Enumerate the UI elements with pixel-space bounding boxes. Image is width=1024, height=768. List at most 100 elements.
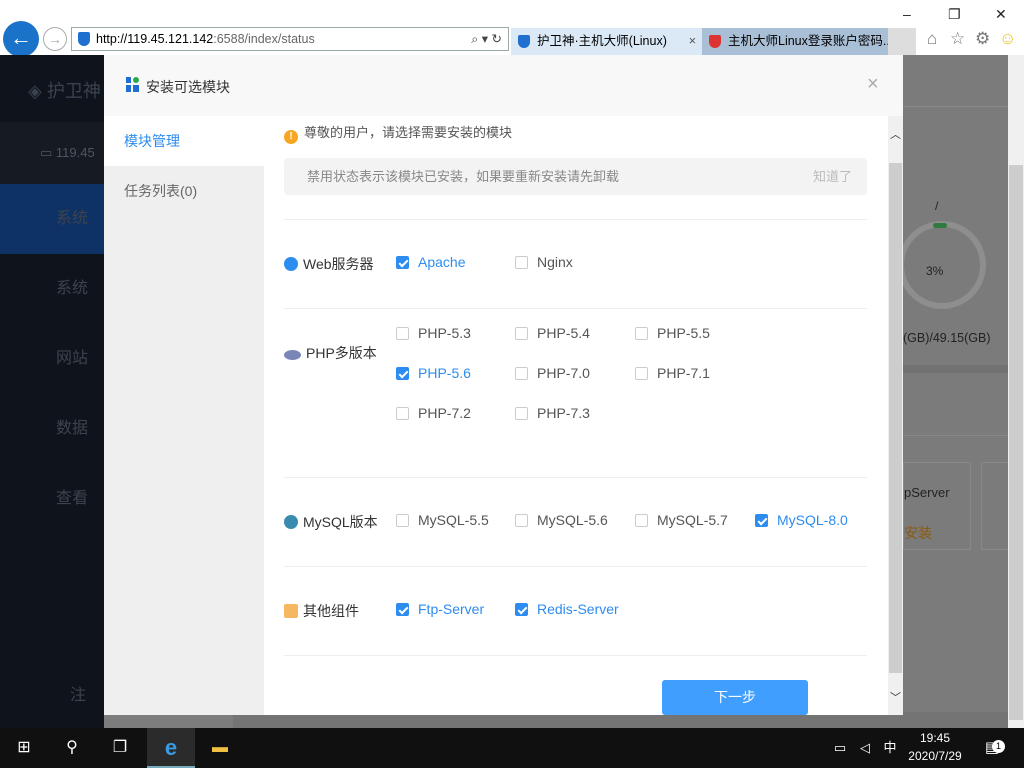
module-checkbox[interactable]: PHP-5.4 [515, 325, 590, 341]
checkbox-unchecked[interactable] [515, 367, 528, 380]
modal-nav: 模块管理 任务列表(0) [104, 116, 264, 715]
nav-item[interactable]: 网站 [0, 324, 104, 394]
checkbox-unchecked[interactable] [635, 367, 648, 380]
minimize-button[interactable]: – [903, 6, 911, 22]
disk-size: (GB)/49.15(GB) [903, 331, 991, 345]
mysql-icon [284, 515, 298, 529]
brand-name: 护卫神 [46, 81, 101, 101]
checkbox-unchecked[interactable] [635, 327, 648, 340]
tab-label: 主机大师Linux登录账户密码... [728, 34, 888, 48]
checkbox-unchecked[interactable] [635, 514, 648, 527]
checkbox-unchecked[interactable] [515, 514, 528, 527]
module-name: MySQL-5.7 [657, 512, 728, 528]
search-refresh-icons[interactable]: ⌕ ▾ ↻ [471, 28, 502, 50]
dismiss-notice-button[interactable]: 知道了 [813, 158, 852, 195]
module-checkbox[interactable]: Nginx [515, 254, 573, 270]
address-bar[interactable]: http://119.45.121.142:6588/index/status ⌕… [71, 27, 509, 51]
smiley-icon[interactable]: ☺ [999, 29, 1016, 49]
module-checkbox[interactable]: PHP-7.1 [635, 365, 710, 381]
module-card[interactable]: pServer 安装 [903, 462, 971, 550]
ime-indicator[interactable]: 中 [880, 728, 900, 768]
php-icon [284, 350, 301, 360]
install-modules-modal: 安装可选模块 × 模块管理 任务列表(0) ! 尊敬的用户，请选择需要安装的模块 … [104, 55, 903, 715]
disk-percent: 3% [926, 264, 944, 278]
checkbox-checked[interactable] [396, 256, 409, 269]
modal-header: 安装可选模块 × [104, 55, 903, 116]
home-icon[interactable]: ⌂ [927, 29, 937, 49]
clock-date[interactable]: 2020/7/29 [898, 749, 972, 763]
file-explorer-icon[interactable]: ▬ [196, 728, 244, 768]
page-scrollbar[interactable] [1008, 55, 1024, 728]
module-checkbox[interactable]: Apache [396, 254, 465, 270]
star-icon[interactable]: ☆ [950, 29, 965, 49]
close-window-button[interactable]: ✕ [995, 6, 1007, 23]
module-name: PHP-5.3 [418, 325, 471, 341]
tab-task-list[interactable]: 任务列表(0) [104, 166, 264, 216]
module-checkbox[interactable]: Ftp-Server [396, 601, 484, 617]
module-name: PHP-7.1 [657, 365, 710, 381]
gear-icon[interactable]: ⚙ [975, 29, 990, 49]
url-path: :6588/index/status [213, 32, 315, 46]
tab-module-management[interactable]: 模块管理 [104, 116, 264, 166]
checkbox-checked[interactable] [515, 603, 528, 616]
section-label: PHP多版本 [284, 343, 377, 363]
checkbox-unchecked[interactable] [515, 327, 528, 340]
search-icon[interactable]: ⚲ [48, 728, 96, 768]
tip-text: 尊敬的用户，请选择需要安装的模块 [304, 125, 513, 140]
checkbox-checked[interactable] [396, 367, 409, 380]
module-checkbox[interactable]: PHP-7.3 [515, 405, 590, 421]
back-button[interactable]: ← [3, 21, 39, 57]
module-name: PHP-7.2 [418, 405, 471, 421]
checkbox-unchecked[interactable] [396, 407, 409, 420]
checkbox-unchecked[interactable] [515, 256, 528, 269]
volume-muted-icon[interactable]: ◁ [855, 728, 875, 768]
ie-icon[interactable]: e [147, 728, 195, 768]
task-view-icon[interactable]: ❐ [96, 728, 144, 768]
module-checkbox[interactable]: PHP-5.5 [635, 325, 710, 341]
network-icon[interactable]: ▭ [830, 728, 850, 768]
module-name: Redis-Server [537, 601, 619, 617]
module-card[interactable] [981, 462, 1011, 550]
modal-title: 安装可选模块 [146, 79, 230, 95]
module-checkbox[interactable]: PHP-7.0 [515, 365, 590, 381]
module-checkbox[interactable]: Redis-Server [515, 601, 619, 617]
next-step-button[interactable]: 下一步 [662, 680, 808, 715]
install-link[interactable]: 安装 [904, 523, 932, 543]
nav-item[interactable]: 查看 [0, 464, 104, 534]
module-name: Ftp-Server [418, 601, 485, 617]
start-button[interactable]: ⊞ [0, 728, 48, 768]
clock-time[interactable]: 19:45 [905, 731, 965, 745]
close-tab-icon[interactable]: × [689, 28, 696, 55]
module-checkbox[interactable]: MySQL-5.5 [396, 512, 489, 528]
new-tab-button[interactable] [888, 28, 916, 55]
module-name: MySQL-5.6 [537, 512, 608, 528]
module-checkbox[interactable]: MySQL-5.6 [515, 512, 608, 528]
module-checkbox[interactable]: MySQL-8.0 [755, 512, 848, 528]
checkbox-checked[interactable] [755, 514, 768, 527]
module-checkbox[interactable]: MySQL-5.7 [635, 512, 728, 528]
module-checkbox[interactable]: PHP-7.2 [396, 405, 471, 421]
checkbox-unchecked[interactable] [515, 407, 528, 420]
section-label: Web服务器 [284, 254, 374, 274]
nav-item[interactable]: 数据 [0, 394, 104, 464]
tab-active[interactable]: 护卫神·主机大师(Linux) × [511, 28, 702, 55]
modal-scrollbar-thumb[interactable] [889, 163, 902, 673]
module-name: MySQL-5.5 [418, 512, 489, 528]
checkbox-checked[interactable] [396, 603, 409, 616]
server-item[interactable]: ▭ 119.45 [0, 122, 104, 184]
brand: ◈ 护卫神 [28, 81, 101, 101]
tab-label: 护卫神·主机大师(Linux) [537, 34, 667, 48]
nav-item[interactable]: 系统 [0, 184, 104, 254]
module-checkbox[interactable]: PHP-5.6 [396, 365, 471, 381]
nav-item[interactable]: 系统 [0, 254, 104, 324]
restore-button[interactable]: ❐ [948, 6, 961, 23]
tab[interactable]: 主机大师Linux登录账户密码... [702, 28, 888, 55]
forward-button[interactable]: → [43, 27, 67, 51]
notification-icon[interactable]: ▤1 [980, 728, 1005, 768]
close-icon[interactable]: × [867, 73, 879, 96]
notification-count: 1 [992, 740, 1005, 753]
module-checkbox[interactable]: PHP-5.3 [396, 325, 471, 341]
checkbox-unchecked[interactable] [396, 514, 409, 527]
logout-item[interactable]: 注 [0, 661, 104, 731]
checkbox-unchecked[interactable] [396, 327, 409, 340]
